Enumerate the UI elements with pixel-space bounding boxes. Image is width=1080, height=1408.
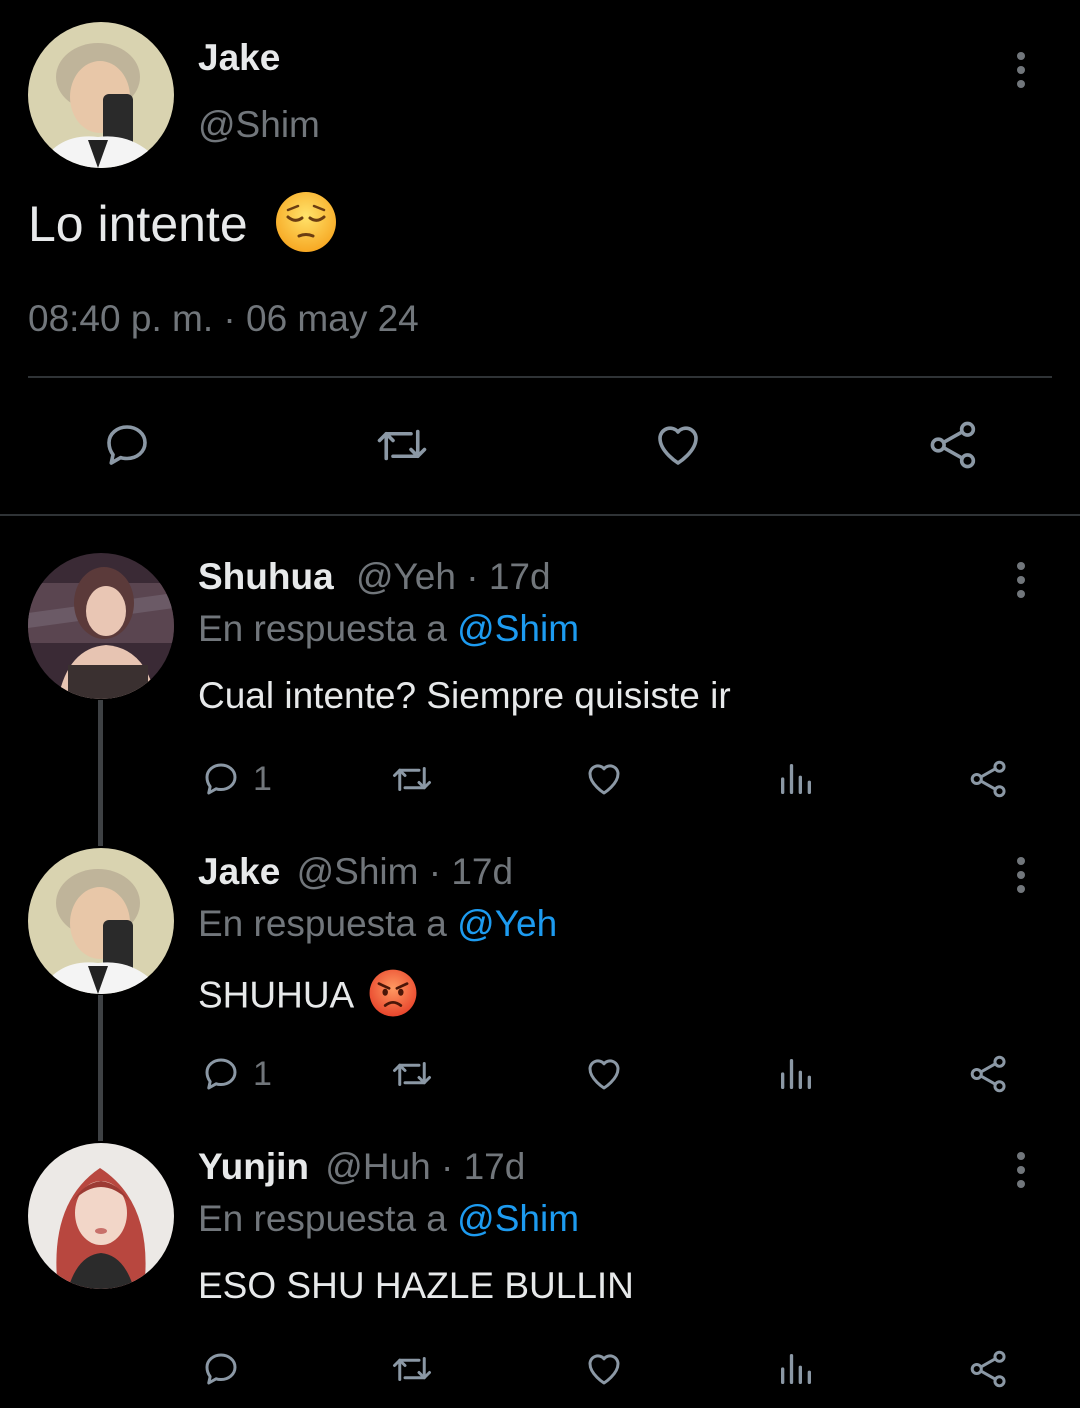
avatar[interactable]	[28, 848, 174, 994]
section-divider	[0, 514, 1080, 516]
mention-link[interactable]: @Yeh	[457, 903, 557, 944]
reply-icon[interactable]	[200, 758, 242, 800]
more-options-icon[interactable]	[1006, 1145, 1036, 1195]
like-icon[interactable]	[582, 1348, 626, 1390]
reply-prefix: En respuesta a	[198, 1198, 447, 1239]
reply-text: Cual intente? Siempre quisiste ir	[198, 675, 731, 716]
reply-context: En respuesta a @Shim	[198, 608, 579, 650]
handle-time[interactable]: @Yeh · 17d	[356, 556, 551, 597]
handle-time[interactable]: @Shim · 17d	[297, 851, 513, 892]
more-options-icon[interactable]	[1006, 850, 1036, 900]
more-options-icon[interactable]	[1006, 555, 1036, 605]
handle[interactable]: @Shim	[198, 104, 320, 146]
reply-prefix: En respuesta a	[198, 903, 447, 944]
thread-line	[98, 995, 103, 1141]
display-name[interactable]: Shuhua	[198, 556, 334, 597]
mention-link[interactable]: @Shim	[457, 1198, 579, 1239]
retweet-icon[interactable]	[387, 758, 437, 800]
views-icon[interactable]	[776, 1348, 816, 1390]
avatar[interactable]	[28, 1143, 174, 1289]
retweet-icon[interactable]	[387, 1053, 437, 1095]
like-icon[interactable]	[582, 758, 626, 800]
reply-header: Yunjin @Huh · 17d	[198, 1146, 525, 1188]
more-options-icon[interactable]	[1006, 45, 1036, 95]
divider	[28, 376, 1052, 378]
reply-text-row: SHUHUA	[198, 968, 418, 1027]
display-name[interactable]: Jake	[198, 851, 280, 892]
retweet-icon[interactable]	[370, 418, 434, 472]
avatar[interactable]	[28, 553, 174, 699]
views-icon[interactable]	[776, 758, 816, 800]
reply-icon[interactable]	[200, 1053, 242, 1095]
reply-icon[interactable]	[100, 418, 154, 472]
angry-face-icon	[368, 968, 418, 1027]
reply-header: Shuhua @Yeh · 17d	[198, 556, 551, 598]
reply-prefix: En respuesta a	[198, 608, 447, 649]
reply-text: SHUHUA	[198, 974, 353, 1016]
reply-text: ESO SHU HAZLE BULLIN	[198, 1265, 634, 1306]
display-name[interactable]: Yunjin	[198, 1146, 309, 1187]
pensive-face-icon	[274, 190, 338, 266]
share-icon[interactable]	[967, 1348, 1011, 1390]
tweet-timestamp[interactable]: 08:40 p. m. · 06 may 24	[28, 298, 419, 340]
reply-icon[interactable]	[200, 1348, 242, 1390]
tweet-text: Lo intente	[28, 196, 248, 253]
reply-count: 1	[253, 1055, 272, 1093]
like-icon[interactable]	[650, 418, 706, 472]
views-icon[interactable]	[776, 1053, 816, 1095]
reply-count: 1	[253, 760, 272, 798]
tweet-text-row: Lo intente	[28, 190, 338, 266]
mention-link[interactable]: @Shim	[457, 608, 579, 649]
thread-line	[98, 700, 103, 846]
share-icon[interactable]	[967, 758, 1011, 800]
like-icon[interactable]	[582, 1053, 626, 1095]
retweet-icon[interactable]	[387, 1348, 437, 1390]
share-icon[interactable]	[967, 1053, 1011, 1095]
handle-time[interactable]: @Huh · 17d	[325, 1146, 525, 1187]
reply-context: En respuesta a @Shim	[198, 1198, 579, 1240]
avatar[interactable]	[28, 22, 174, 168]
display-name[interactable]: Jake	[198, 37, 280, 79]
reply-header: Jake @Shim · 17d	[198, 851, 513, 893]
reply-context: En respuesta a @Yeh	[198, 903, 557, 945]
share-icon[interactable]	[926, 418, 982, 472]
